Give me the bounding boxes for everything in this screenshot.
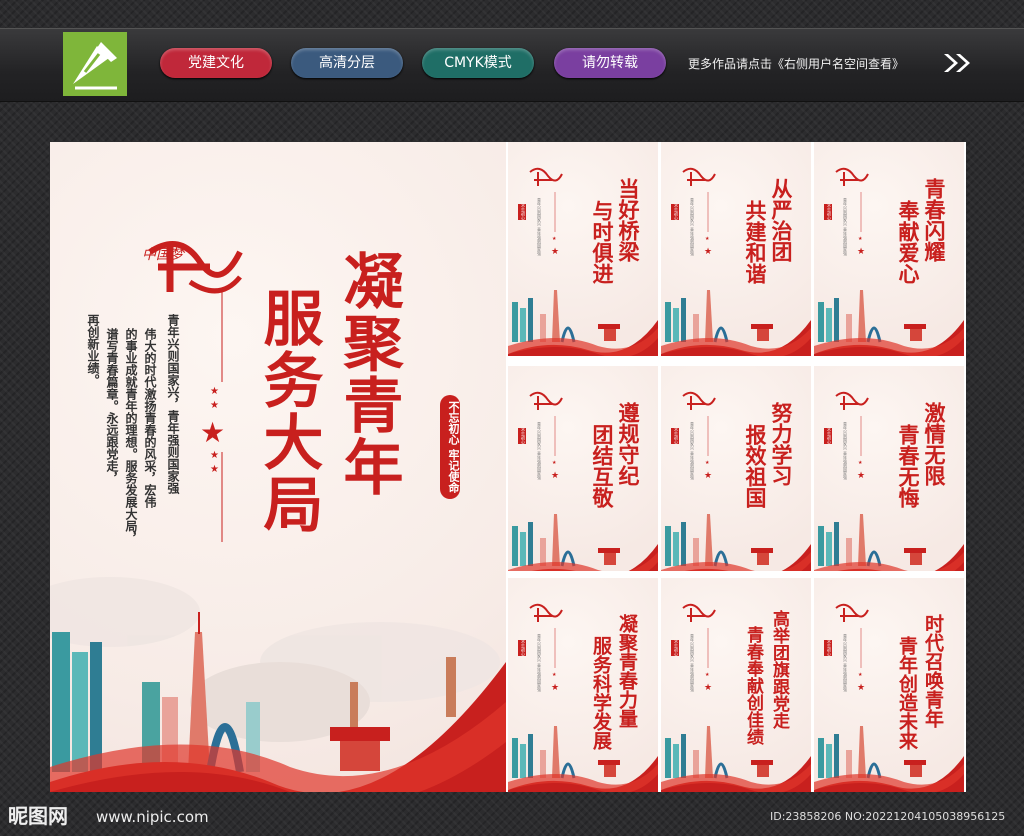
panel-small-text: 青年兴则国家兴 青年强则国家强	[843, 198, 848, 256]
panel-title-line1: 从严治团	[769, 178, 794, 262]
image-id: ID:23858206 NO:20221204105038956125	[770, 810, 1006, 823]
body-text-5: 再创新业绩。	[86, 314, 100, 386]
panel-title-line1: 高举团旗跟党走	[769, 610, 789, 729]
panel-small-text: 青年兴则国家兴 青年强则国家强	[690, 198, 695, 256]
svg-text:★: ★	[857, 683, 865, 693]
panel-small-text: 青年兴则国家兴 青年强则国家强	[537, 422, 542, 480]
svg-text:★: ★	[552, 460, 557, 466]
panel-title-line1: 青春闪耀	[922, 178, 947, 262]
panel-title-line2: 青春奉献创佳绩	[743, 626, 763, 745]
panel-title-line2: 团结互敬	[590, 424, 615, 508]
poster-panel-9: ★ ★ 不忘初心 青年兴则国家兴 青年强则国家强 时代召唤青年 青年创造未来	[814, 578, 964, 792]
panel-small-text: 青年兴则国家兴 青年强则国家强	[690, 422, 695, 480]
svg-text:★: ★	[705, 672, 710, 678]
svg-text:★: ★	[705, 236, 710, 242]
panel-title-line1: 时代召唤青年	[922, 614, 944, 728]
poster-panel-3: ★ ★ 不忘初心 青年兴则国家兴 青年强则国家强 青春闪耀 奉献爱心	[814, 142, 964, 356]
svg-text:★: ★	[705, 460, 710, 466]
svg-text:★: ★	[210, 464, 219, 475]
svg-text:★: ★	[858, 236, 863, 242]
site-logo-text: 昵图网	[8, 804, 68, 828]
panel-title-line1: 当好桥梁	[616, 178, 641, 262]
panel-badge: 不忘初心	[671, 204, 679, 220]
poster-panel-6: ★ ★ 不忘初心 青年兴则国家兴 青年强则国家强 激情无限 青春无悔	[814, 366, 964, 571]
panel-title-line1: 凝聚青春力量	[616, 614, 638, 728]
promo-text[interactable]: 更多作品请点击《右侧用户名空间查看》	[688, 55, 904, 72]
tag-pill-3[interactable]: 请勿转载	[554, 48, 666, 78]
svg-text:★: ★	[552, 672, 557, 678]
svg-text:★: ★	[210, 450, 219, 461]
main-poster: ★ ★ ★ ★ ★ 中国梦 凝聚青年 服务大局 青年兴则国家兴，青年强则国家强 …	[50, 142, 506, 792]
body-text-1: 青年兴则国家兴，青年强则国家强	[166, 314, 180, 494]
panel-badge: 不忘初心	[518, 428, 526, 444]
poster-panel-1: ★ ★ 不忘初心 青年兴则国家兴 青年强则国家强 当好桥梁 与时俱进	[508, 142, 658, 356]
panel-small-text: 青年兴则国家兴 青年强则国家强	[537, 634, 542, 692]
star-icon: ★ ★ ★ ★ ★	[200, 386, 225, 475]
svg-text:★: ★	[551, 471, 559, 481]
panel-title-line2: 青春无悔	[896, 424, 921, 508]
panel-badge: 不忘初心	[824, 640, 832, 656]
panel-title-line2: 奉献爱心	[896, 200, 921, 284]
tag-pill-0[interactable]: 党建文化	[160, 48, 272, 78]
site-url[interactable]: www.nipic.com	[96, 808, 209, 826]
main-title-line2: 服务大局	[253, 287, 323, 535]
panel-badge: 不忘初心	[824, 204, 832, 220]
svg-text:★: ★	[552, 236, 557, 242]
body-text-4: 谱写青春篇章。永远跟党走，	[105, 328, 119, 484]
body-text-3: 的事业成就青年的理想。服务发展大局，	[124, 328, 138, 544]
panel-small-text: 青年兴则国家兴 青年强则国家强	[537, 198, 542, 256]
double-arrow-icon[interactable]	[942, 52, 972, 74]
panel-title-line2: 与时俱进	[590, 200, 615, 284]
svg-text:★: ★	[200, 416, 225, 449]
tag-pill-1[interactable]: 高清分层	[291, 48, 403, 78]
svg-text:★: ★	[857, 471, 865, 481]
panel-title-line1: 遵规守纪	[616, 402, 641, 486]
poster-panel-4: ★ ★ 不忘初心 青年兴则国家兴 青年强则国家强 遵规守纪 团结互敬	[508, 366, 658, 571]
panel-title-line2: 报效祖国	[743, 424, 768, 508]
tag-pill-2[interactable]: CMYK模式	[422, 48, 534, 78]
svg-text:★: ★	[551, 247, 559, 257]
panel-title-line2: 服务科学发展	[590, 636, 612, 750]
svg-text:★: ★	[551, 683, 559, 693]
panel-title-line1: 激情无限	[922, 402, 947, 486]
panel-title-line1: 努力学习	[769, 402, 794, 486]
panel-badge: 不忘初心	[671, 428, 679, 444]
svg-text:★: ★	[210, 400, 219, 411]
panel-badge: 不忘初心	[824, 428, 832, 444]
svg-text:★: ★	[704, 471, 712, 481]
svg-text:★: ★	[858, 460, 863, 466]
body-text-2: 伟大的时代激扬青春的风采，宏伟	[143, 328, 157, 508]
panel-badge: 不忘初心	[518, 640, 526, 656]
poster-panel-8: ★ ★ 不忘初心 青年兴则国家兴 青年强则国家强 高举团旗跟党走 青春奉献创佳绩	[661, 578, 811, 792]
panel-title-line2: 青年创造未来	[896, 636, 918, 750]
svg-text:★: ★	[704, 683, 712, 693]
panel-small-text: 青年兴则国家兴 青年强则国家强	[843, 422, 848, 480]
main-title-line1: 凝聚青年	[333, 250, 403, 498]
panel-badge: 不忘初心	[671, 640, 679, 656]
svg-text:★: ★	[210, 386, 219, 397]
panel-badge: 不忘初心	[518, 204, 526, 220]
panel-small-text: 青年兴则国家兴 青年强则国家强	[843, 634, 848, 692]
poster-panel-2: ★ ★ 不忘初心 青年兴则国家兴 青年强则国家强 从严治团 共建和谐	[661, 142, 811, 356]
pen-logo-icon[interactable]	[63, 32, 127, 96]
svg-text:★: ★	[704, 247, 712, 257]
svg-text:★: ★	[857, 247, 865, 257]
panel-title-line2: 共建和谐	[743, 200, 768, 284]
logo-text: 中国梦	[142, 247, 184, 263]
panel-small-text: 青年兴则国家兴 青年强则国家强	[690, 634, 695, 692]
svg-text:★: ★	[858, 672, 863, 678]
slogan-stamp: 不忘初心 牢记使命	[440, 395, 460, 499]
poster-panel-7: ★ ★ 不忘初心 青年兴则国家兴 青年强则国家强 凝聚青春力量 服务科学发展	[508, 578, 658, 792]
poster-panel-5: ★ ★ 不忘初心 青年兴则国家兴 青年强则国家强 努力学习 报效祖国	[661, 366, 811, 571]
